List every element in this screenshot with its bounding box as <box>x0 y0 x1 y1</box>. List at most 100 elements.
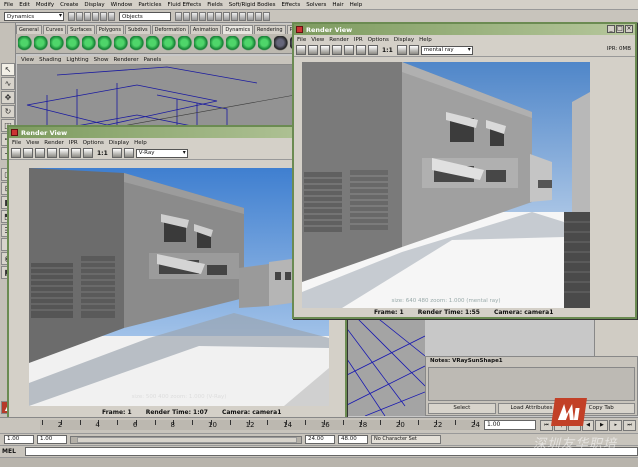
rv-menu-render[interactable]: Render <box>329 37 349 43</box>
rv-menu-ipr[interactable]: IPR <box>69 140 78 146</box>
step-forward-icon[interactable]: ▸ <box>609 420 623 431</box>
viewport-menu-view[interactable]: View <box>21 57 34 63</box>
viewport-menu-show[interactable]: Show <box>94 57 109 63</box>
shelf-passive-body-icon[interactable] <box>226 36 240 51</box>
shelf-constraint-icon[interactable] <box>242 36 256 51</box>
shelf-tab-subdivs[interactable]: Subdivs <box>125 25 151 34</box>
renderer-dropdown[interactable]: V-Ray <box>135 148 188 158</box>
ipr-icon[interactable] <box>23 148 33 158</box>
shelf-tab-polygons[interactable]: Polygons <box>95 25 124 34</box>
menu-fields[interactable]: Fields <box>207 2 223 8</box>
open-scene-icon[interactable] <box>76 11 83 21</box>
menu-set-dropdown[interactable]: Dynamics <box>4 11 64 21</box>
shelf-tab-general[interactable]: General <box>16 25 42 34</box>
time-ruler[interactable]: 2 4 6 8 10 12 14 16 18 20 22 24 <box>40 420 480 430</box>
shelf-tab-animation[interactable]: Animation <box>189 25 222 34</box>
move-tool-icon[interactable]: ✥ <box>1 91 15 104</box>
rv-menu-display[interactable]: Display <box>394 37 414 43</box>
renderer-dropdown[interactable]: mental ray <box>420 45 473 55</box>
rgb-channels-icon[interactable] <box>71 148 81 158</box>
refresh-icon[interactable] <box>35 148 45 158</box>
shelf-drag-field-icon[interactable] <box>98 36 112 51</box>
rv-menu-display[interactable]: Display <box>109 140 129 146</box>
alpha-channel-icon[interactable] <box>368 45 378 55</box>
snapshot-icon[interactable] <box>344 45 354 55</box>
select-button[interactable]: Select <box>428 403 496 414</box>
selection-mask-field[interactable]: Objects <box>119 11 171 21</box>
snap-curve-icon[interactable] <box>183 11 190 21</box>
shelf-radial-field-icon[interactable] <box>146 36 160 51</box>
menu-soft-rigid-bodies[interactable]: Soft/Rigid Bodies <box>229 2 276 8</box>
real-size-button[interactable]: 1:1 <box>380 47 395 54</box>
viewport-menu-panels[interactable]: Panels <box>144 57 162 63</box>
remove-image-icon[interactable] <box>408 45 419 55</box>
select-component-icon[interactable] <box>108 11 115 21</box>
channel-box-icon[interactable] <box>247 11 254 21</box>
rv-menu-render[interactable]: Render <box>44 140 64 146</box>
shelf-emitter-icon[interactable] <box>34 36 48 51</box>
tool-settings-icon[interactable] <box>263 11 270 21</box>
current-frame-field[interactable]: 1.00 <box>484 420 536 430</box>
shelf-rigid-body-icon[interactable] <box>210 36 224 51</box>
rv-menu-view[interactable]: View <box>311 37 324 43</box>
menu-hair[interactable]: Hair <box>332 2 343 8</box>
rv-menu-ipr[interactable]: IPR <box>354 37 363 43</box>
rv-menu-help[interactable]: Help <box>419 37 432 43</box>
remove-image-icon[interactable] <box>123 148 134 158</box>
range-bar[interactable] <box>70 435 302 444</box>
viewport-menu-lighting[interactable]: Lighting <box>66 57 88 63</box>
snap-point-icon[interactable] <box>191 11 198 21</box>
render-view-mr-titlebar[interactable]: Render View _ □ × <box>294 24 635 35</box>
snapshot-icon[interactable] <box>59 148 69 158</box>
history-icon[interactable] <box>207 11 214 21</box>
rv-menu-help[interactable]: Help <box>134 140 147 146</box>
redo-render-icon[interactable] <box>11 148 21 158</box>
menu-help[interactable]: Help <box>350 2 363 8</box>
input-line-icon[interactable] <box>239 11 246 21</box>
render-globals-icon[interactable] <box>231 11 238 21</box>
shelf-newton-field-icon[interactable] <box>130 36 144 51</box>
lower-viewport[interactable] <box>345 316 425 416</box>
minimize-icon[interactable]: _ <box>607 25 615 33</box>
attribute-editor-icon[interactable] <box>255 11 262 21</box>
keep-image-icon[interactable] <box>111 148 122 158</box>
shelf-goal-icon[interactable] <box>66 36 80 51</box>
menu-fluid-effects[interactable]: Fluid Effects <box>168 2 202 8</box>
select-object-icon[interactable] <box>100 11 107 21</box>
range-bar-handle[interactable] <box>77 436 297 443</box>
shelf-tab-curves[interactable]: Curves <box>42 25 67 34</box>
ipr-render-icon[interactable] <box>223 11 230 21</box>
shelf-tab-dynamics[interactable]: Dynamics <box>222 25 254 34</box>
anim-end-field[interactable]: 48.00 <box>338 435 368 444</box>
snap-grid-icon[interactable] <box>175 11 182 21</box>
menu-particles[interactable]: Particles <box>138 2 161 8</box>
menu-edit[interactable]: Edit <box>19 2 30 8</box>
render-frame-icon[interactable] <box>215 11 222 21</box>
rv-menu-view[interactable]: View <box>26 140 39 146</box>
maximize-icon[interactable]: □ <box>616 25 624 33</box>
shelf-tab-deformation[interactable]: Deformation <box>151 25 189 34</box>
new-scene-icon[interactable] <box>68 11 75 21</box>
notes-textarea[interactable] <box>428 367 635 401</box>
shelf-particle-tool-icon[interactable] <box>18 36 32 51</box>
anim-start-field[interactable]: 1.00 <box>4 435 34 444</box>
shelf-vortex-field-icon[interactable] <box>194 36 208 51</box>
ipr-icon[interactable] <box>308 45 318 55</box>
save-scene-icon[interactable] <box>84 11 91 21</box>
rv-menu-file[interactable]: File <box>12 140 21 146</box>
close-icon[interactable]: × <box>625 25 633 33</box>
rgb-channels-icon[interactable] <box>356 45 366 55</box>
menu-create[interactable]: Create <box>60 2 78 8</box>
shelf-gravity-field-icon[interactable] <box>114 36 128 51</box>
lasso-tool-icon[interactable]: ∿ <box>1 77 15 90</box>
select-tool-icon[interactable]: ↖ <box>1 63 15 76</box>
real-size-button[interactable]: 1:1 <box>95 150 110 157</box>
viewport-menu-renderer[interactable]: Renderer <box>113 57 138 63</box>
viewport-menu-shading[interactable]: Shading <box>39 57 61 63</box>
menu-file[interactable]: File <box>4 2 13 8</box>
go-to-end-icon[interactable]: ⏭ <box>623 420 637 431</box>
shelf-tab-surfaces[interactable]: Surfaces <box>67 25 95 34</box>
character-set-dropdown[interactable]: No Character Set <box>371 435 441 444</box>
snap-plane-icon[interactable] <box>199 11 206 21</box>
shelf-emit-from-object-icon[interactable] <box>50 36 64 51</box>
